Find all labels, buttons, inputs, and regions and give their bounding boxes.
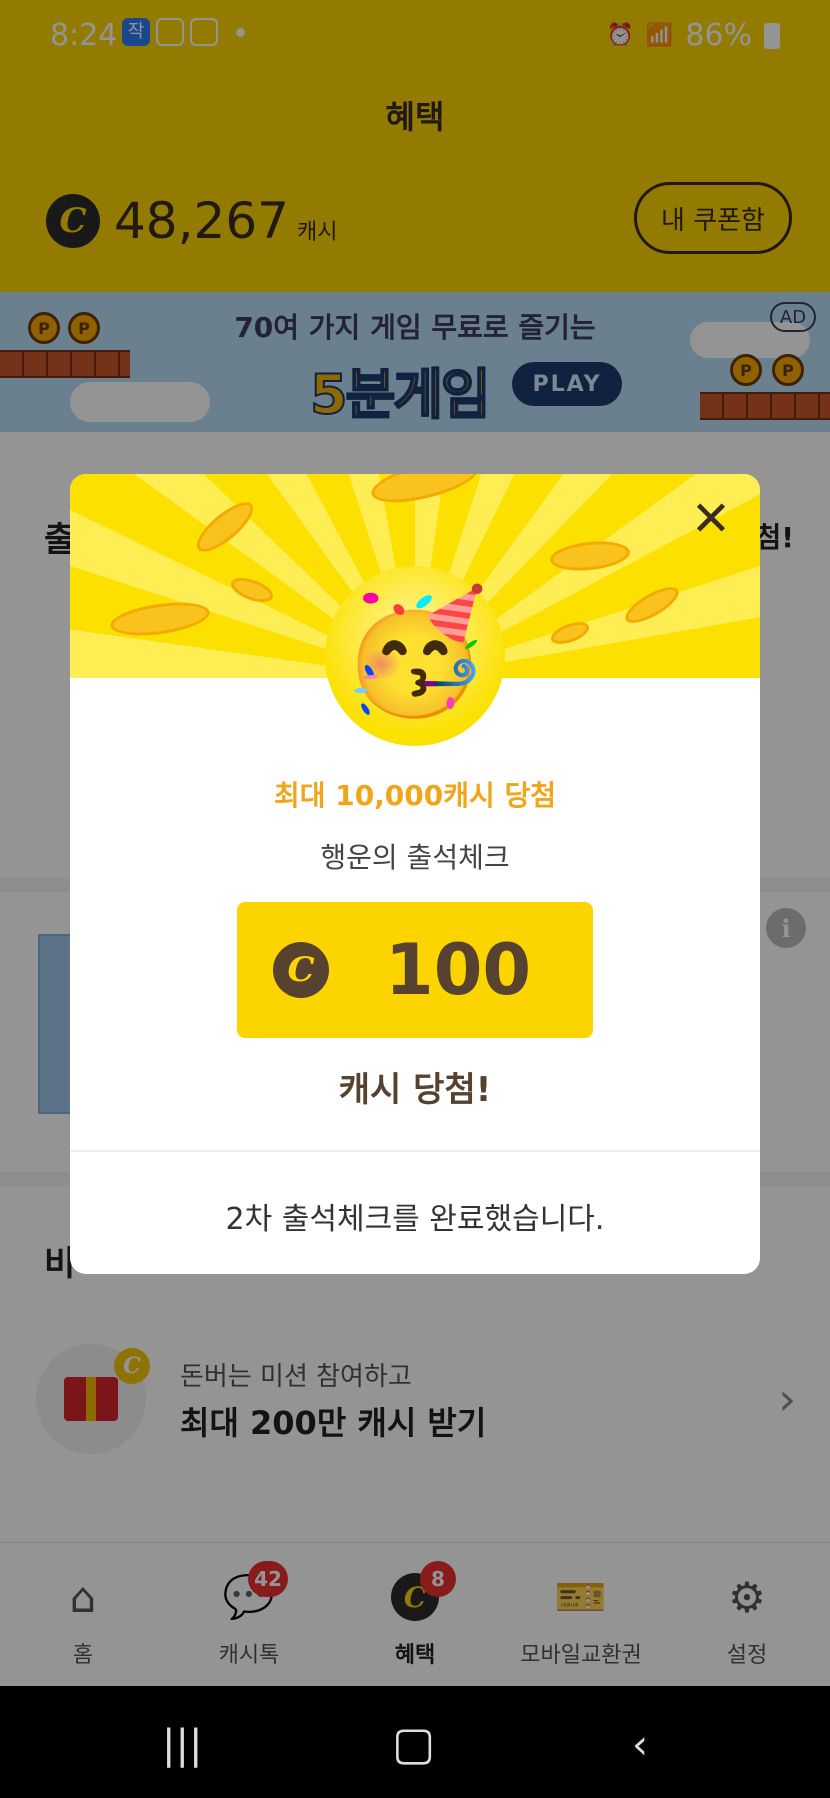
prize-box: C 100 xyxy=(237,902,593,1038)
app-screen: 8:24 작 ⏰ 📶 86% 혜택 C 48,267 캐시 내 쿠폰함 P P … xyxy=(0,0,830,1686)
completion-message: 2차 출석체크를 완료했습니다. xyxy=(225,1202,605,1237)
home-button[interactable]: ▢ xyxy=(392,1716,435,1770)
max-reward-text: 최대 10,000캐시 당첨 xyxy=(273,779,557,812)
partying-face-icon: 🥳 xyxy=(340,583,490,722)
prize-amount: 100 xyxy=(385,929,532,1011)
cash-won-text: 캐시 당첨! xyxy=(338,1070,492,1110)
modal-divider xyxy=(70,1150,760,1152)
recent-apps-button[interactable]: ||| xyxy=(162,1722,202,1768)
lucky-attendance-label: 행운의 출석체크 xyxy=(320,841,510,874)
attendance-reward-modal: 🥳 ✕ 최대 10,000캐시 당첨 행운의 출석체크 C 100 캐시 당첨!… xyxy=(70,474,760,1274)
cash-coin-icon: C xyxy=(273,942,329,998)
back-button[interactable]: ‹ xyxy=(632,1722,648,1768)
close-icon[interactable]: ✕ xyxy=(686,494,736,544)
system-navigation-bar: ||| ▢ ‹ xyxy=(0,1686,830,1798)
emoji-glow: 🥳 xyxy=(325,566,505,746)
